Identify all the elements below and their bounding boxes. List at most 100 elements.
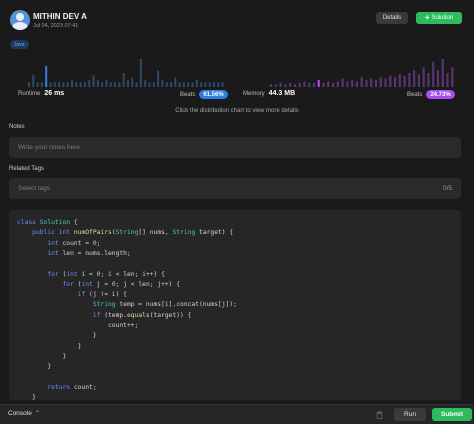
memory-bar[interactable] xyxy=(351,80,354,87)
memory-bar[interactable] xyxy=(274,84,277,87)
run-button[interactable]: Run xyxy=(394,408,426,421)
runtime-bar[interactable] xyxy=(127,80,129,87)
runtime-bar[interactable] xyxy=(49,82,52,87)
runtime-bar[interactable] xyxy=(191,82,194,87)
memory-bar[interactable] xyxy=(293,84,296,87)
runtime-bar[interactable] xyxy=(79,82,82,87)
details-button[interactable]: Details xyxy=(376,12,408,24)
memory-bar[interactable] xyxy=(303,81,306,87)
runtime-bar[interactable] xyxy=(75,82,78,87)
memory-bar[interactable] xyxy=(336,81,339,87)
runtime-bar[interactable] xyxy=(165,82,168,87)
memory-beats-badge: 24.73% xyxy=(426,90,455,99)
memory-bar[interactable] xyxy=(389,75,392,87)
memory-bar[interactable] xyxy=(432,61,435,87)
runtime-bar[interactable] xyxy=(122,73,125,87)
memory-bar[interactable] xyxy=(451,67,454,87)
runtime-bar[interactable] xyxy=(161,80,164,87)
runtime-bar[interactable] xyxy=(114,82,117,87)
memory-bar[interactable] xyxy=(279,82,282,87)
memory-bar[interactable] xyxy=(289,82,292,87)
memory-bar[interactable] xyxy=(327,81,330,87)
memory-bar[interactable] xyxy=(413,70,416,87)
memory-bar[interactable] xyxy=(403,75,406,87)
runtime-bar[interactable] xyxy=(28,82,30,87)
memory-bar[interactable] xyxy=(446,73,449,87)
code-viewer[interactable]: class Solution { public int numOfPairs(S… xyxy=(9,210,461,400)
memory-bar[interactable] xyxy=(312,82,316,87)
runtime-bar[interactable] xyxy=(58,82,61,87)
runtime-bar[interactable] xyxy=(45,66,48,87)
runtime-bar[interactable] xyxy=(92,75,95,87)
memory-bar[interactable] xyxy=(284,84,287,87)
tags-placeholder: Select tags xyxy=(18,185,51,192)
runtime-bar[interactable] xyxy=(131,77,134,87)
solution-button[interactable]: + Solution xyxy=(416,12,462,24)
runtime-bar[interactable] xyxy=(200,82,203,87)
tags-select[interactable]: Select tags 0/5 xyxy=(9,178,461,199)
memory-bar[interactable] xyxy=(341,78,344,87)
runtime-bar[interactable] xyxy=(101,82,104,87)
memory-bar[interactable] xyxy=(422,67,425,87)
runtime-bar[interactable] xyxy=(139,59,142,87)
runtime-bar[interactable] xyxy=(32,75,35,87)
runtime-bar[interactable] xyxy=(157,70,160,87)
runtime-bar[interactable] xyxy=(96,80,99,87)
runtime-bar[interactable] xyxy=(144,80,147,87)
memory-bar[interactable] xyxy=(346,81,349,87)
memory-bar[interactable] xyxy=(379,77,382,87)
runtime-bar[interactable] xyxy=(118,82,121,87)
memory-bar[interactable] xyxy=(298,82,301,87)
console-button[interactable]: Console ⌃ xyxy=(8,410,40,417)
memory-bar[interactable] xyxy=(441,59,444,87)
runtime-bar[interactable] xyxy=(62,82,65,87)
runtime-bar[interactable] xyxy=(88,80,91,87)
memory-bar[interactable] xyxy=(317,80,320,87)
notes-input[interactable]: Write your notes here xyxy=(9,137,461,158)
avatar[interactable] xyxy=(10,10,30,30)
memory-bar[interactable] xyxy=(370,78,373,87)
memory-bar[interactable] xyxy=(360,77,363,87)
memory-bar[interactable] xyxy=(417,74,420,87)
runtime-bar[interactable] xyxy=(71,80,73,87)
memory-bar[interactable] xyxy=(270,84,273,87)
runtime-bar[interactable] xyxy=(83,82,86,87)
runtime-bar[interactable] xyxy=(182,82,185,87)
memory-bar[interactable] xyxy=(332,82,335,87)
runtime-bar[interactable] xyxy=(174,77,177,87)
runtime-bar[interactable] xyxy=(208,82,211,87)
runtime-bar[interactable] xyxy=(213,82,216,87)
memory-bar[interactable] xyxy=(394,77,397,87)
memory-bar[interactable] xyxy=(374,80,378,87)
runtime-bar[interactable] xyxy=(152,82,155,87)
runtime-bar[interactable] xyxy=(195,80,198,87)
trash-icon[interactable] xyxy=(376,411,383,419)
runtime-bar[interactable] xyxy=(36,82,39,87)
memory-bar[interactable] xyxy=(384,78,387,87)
memory-bar[interactable] xyxy=(408,73,411,87)
memory-bar[interactable] xyxy=(322,82,325,87)
memory-bar[interactable] xyxy=(355,81,358,87)
runtime-bar[interactable] xyxy=(135,82,138,87)
runtime-bar[interactable] xyxy=(221,82,224,87)
runtime-bar[interactable] xyxy=(217,82,220,87)
memory-bar[interactable] xyxy=(365,80,368,87)
runtime-bar[interactable] xyxy=(178,82,181,87)
runtime-bar[interactable] xyxy=(40,82,43,87)
distribution-chart[interactable] xyxy=(10,55,464,89)
submit-button[interactable]: Submit xyxy=(432,408,472,421)
memory-bar[interactable] xyxy=(398,74,401,87)
runtime-bar[interactable] xyxy=(148,82,151,87)
memory-bar[interactable] xyxy=(427,73,430,87)
runtime-bar[interactable] xyxy=(105,80,108,87)
runtime-bar[interactable] xyxy=(204,82,207,87)
runtime-bar[interactable] xyxy=(187,82,190,87)
runtime-bar[interactable] xyxy=(109,82,112,87)
memory-bar[interactable] xyxy=(308,82,311,87)
user-name[interactable]: MITHIN DEV A xyxy=(33,12,87,21)
runtime-bar[interactable] xyxy=(53,82,56,87)
runtime-bar[interactable] xyxy=(66,82,69,87)
runtime-bar[interactable] xyxy=(170,82,172,87)
memory-bar[interactable] xyxy=(436,70,440,87)
runtime-value: 26 ms xyxy=(44,90,65,97)
